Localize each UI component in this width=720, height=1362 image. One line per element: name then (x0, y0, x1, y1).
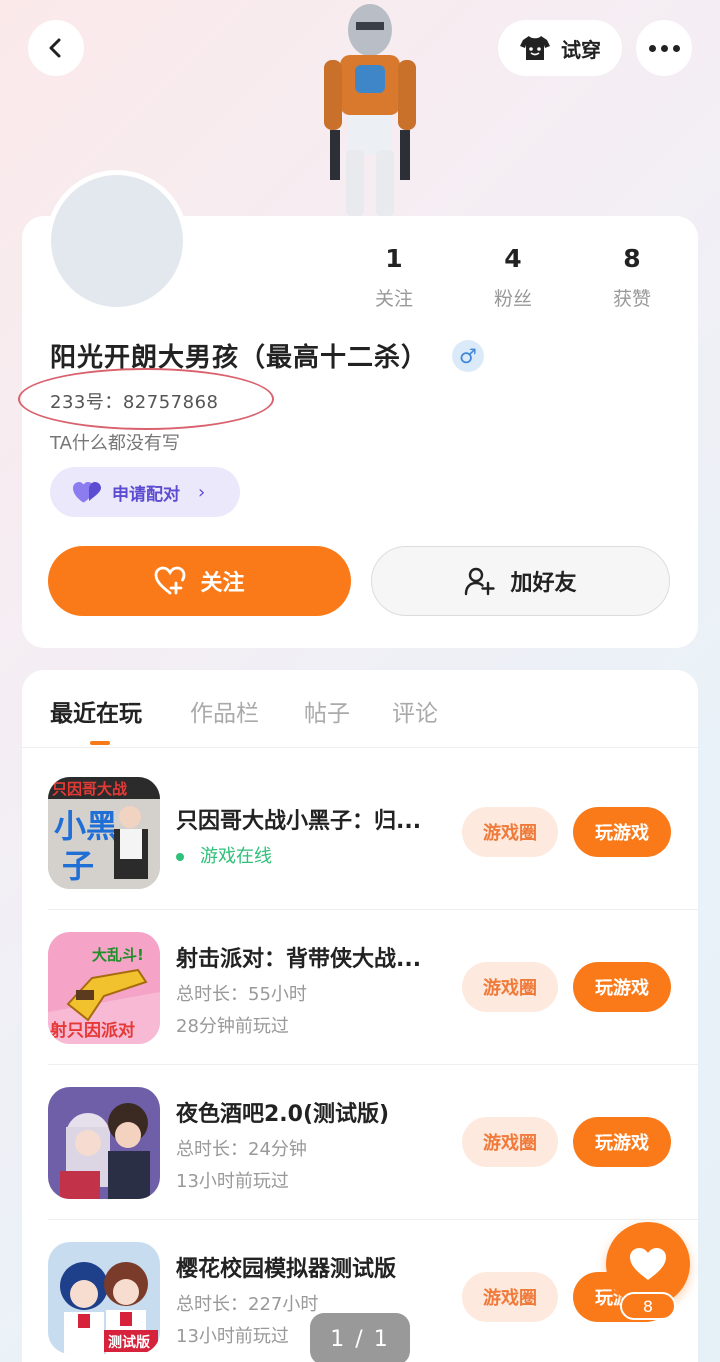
game-online-text: 游戏在线 (200, 846, 272, 867)
avatar-outfit-figure (324, 4, 416, 216)
game-title: 夜色酒吧2.0(测试版) (176, 1102, 390, 1127)
online-dot-icon (176, 853, 184, 861)
stat-value: 4 (504, 244, 522, 273)
last-played: 13小时前玩过 (176, 1171, 289, 1192)
play-game-button[interactable]: 玩游戏 (573, 1117, 671, 1167)
request-pair-button[interactable]: 申请配对 › (50, 467, 240, 517)
game-title: 射击派对：背带侠大战... (176, 947, 422, 972)
add-person-icon (465, 567, 496, 596)
last-played: 13小时前玩过 (176, 1326, 289, 1347)
stat-label: 关注 (374, 288, 413, 310)
stat-fans[interactable]: 4 粉丝 (473, 244, 553, 311)
game-circle-button[interactable]: 游戏圈 (462, 1272, 558, 1322)
more-dot-icon (648, 44, 656, 52)
try-on-button[interactable]: 试穿 (498, 20, 622, 76)
try-on-label: 试穿 (561, 37, 601, 62)
play-game-button[interactable]: 玩游戏 (573, 807, 671, 857)
tab-comments[interactable]: 评论 (392, 694, 438, 728)
stat-label: 粉丝 (493, 288, 532, 310)
more-dot-icon (660, 44, 668, 52)
chevron-right-icon: › (198, 481, 206, 503)
game-icon: 只因哥大战 小黑 子 (48, 777, 160, 889)
follow-label: 关注 (200, 571, 245, 596)
like-count-badge: 8 (620, 1292, 676, 1320)
icon-title-text: 大乱斗! (92, 946, 144, 964)
avatar[interactable] (46, 170, 188, 312)
game-status: 游戏在线 (176, 842, 272, 868)
game-title: 只因哥大战小黑子：归... (176, 809, 422, 834)
game-circle-button[interactable]: 游戏圈 (462, 807, 558, 857)
uid-highlight-circle (18, 368, 274, 430)
pair-label: 申请配对 (112, 484, 180, 505)
heart-icon (630, 1248, 666, 1280)
stat-label: 获赞 (612, 288, 651, 310)
play-duration: 总时长：55小时 (176, 984, 307, 1005)
tab-posts[interactable]: 帖子 (304, 694, 350, 728)
game-circle-button[interactable]: 游戏圈 (462, 962, 558, 1012)
game-title: 樱花校园模拟器测试版 (176, 1257, 397, 1282)
last-played: 28分钟前玩过 (176, 1016, 289, 1037)
game-list-item[interactable]: 只因哥大战 小黑 子 只因哥大战小黑子：归... 游戏在线 游戏圈 玩游戏 (22, 755, 698, 910)
heart-plus-icon (155, 566, 186, 595)
game-icon (48, 1087, 160, 1199)
icon-title-text: 只因哥大战 (52, 780, 127, 798)
tabs-divider (22, 747, 698, 748)
icon-title-text: 小黑 (54, 807, 118, 845)
tab-recently-played[interactable]: 最近在玩 (50, 694, 142, 728)
icon-title-text: 测试版 (108, 1334, 150, 1351)
add-friend-label: 加好友 (510, 571, 577, 596)
more-options-button[interactable] (636, 20, 692, 76)
game-icon: 大乱斗! 射只因派对 (48, 932, 160, 1044)
game-list-item[interactable]: 大乱斗! 射只因派对 射击派对：背带侠大战... 总时长：55小时 28分钟前玩… (22, 910, 698, 1065)
more-dot-icon (672, 44, 680, 52)
page-indicator: 1 / 1 (310, 1313, 410, 1362)
game-list-item[interactable]: 夜色酒吧2.0(测试版) 总时长：24分钟 13小时前玩过 游戏圈 玩游戏 (22, 1065, 698, 1220)
double-heart-icon (73, 482, 101, 503)
back-button[interactable] (28, 20, 84, 76)
icon-title-text: 射只因派对 (49, 1020, 135, 1041)
tab-works[interactable]: 作品栏 (190, 694, 259, 728)
active-tab-indicator (90, 741, 110, 745)
add-friend-button[interactable]: 加好友 (371, 546, 670, 616)
play-game-button[interactable]: 玩游戏 (573, 962, 671, 1012)
stat-likes[interactable]: 8 获赞 (592, 244, 672, 311)
male-gender-icon: ♂ (452, 340, 484, 372)
follow-button[interactable]: 关注 (48, 546, 351, 616)
shirt-icon (520, 36, 550, 60)
bio-text: TA什么都没有写 (50, 433, 180, 454)
game-icon: 测试版 (48, 1242, 160, 1354)
stat-following[interactable]: 1 关注 (354, 244, 434, 311)
game-circle-button[interactable]: 游戏圈 (462, 1117, 558, 1167)
stat-value: 1 (385, 244, 403, 273)
play-duration: 总时长：24分钟 (176, 1139, 307, 1160)
stat-value: 8 (623, 244, 641, 273)
chevron-left-icon (49, 38, 61, 58)
icon-title-text: 子 (62, 847, 94, 885)
play-duration: 总时长：227小时 (176, 1294, 319, 1315)
